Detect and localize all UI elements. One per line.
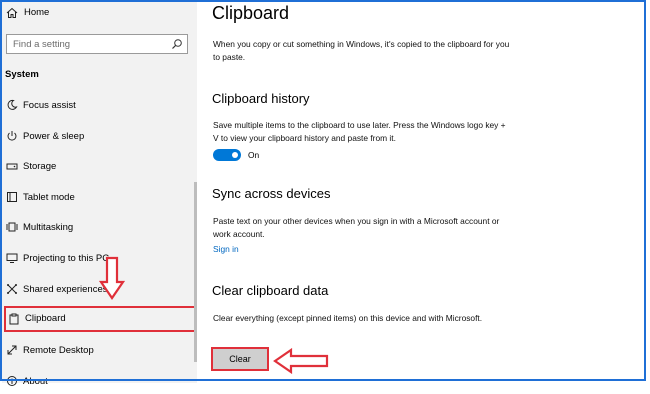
search-placeholder: Find a setting (13, 39, 71, 50)
home-label: Home (24, 7, 50, 18)
sidebar-item-label: Focus assist (23, 100, 76, 111)
annotation-left-arrow-icon (273, 348, 329, 374)
sidebar: Home Find a setting System Focus assist … (2, 2, 197, 387)
sidebar-scrollbar[interactable] (194, 182, 197, 362)
shared-icon (7, 284, 17, 294)
info-icon (7, 376, 17, 386)
main-content: Clipboard When you copy or cut something… (198, 0, 646, 385)
remote-desktop-icon (7, 345, 17, 355)
clear-button-label: Clear (229, 354, 251, 364)
projecting-icon (6, 253, 18, 263)
sidebar-item-multitasking[interactable]: Multitasking (2, 216, 197, 240)
power-icon (7, 131, 17, 141)
section-title-system: System (5, 69, 39, 80)
clipboard-history-heading: Clipboard history (212, 91, 310, 106)
sidebar-item-label: Clipboard (25, 313, 66, 324)
settings-search-input[interactable]: Find a setting (6, 34, 188, 54)
sync-heading: Sync across devices (212, 186, 331, 201)
moon-icon (7, 99, 18, 110)
home-icon (6, 7, 18, 18)
sign-in-link[interactable]: Sign in (213, 244, 239, 254)
sidebar-item-focus-assist[interactable]: Focus assist (2, 94, 197, 118)
toggle-knob (232, 152, 238, 158)
sidebar-item-clipboard[interactable]: Clipboard (4, 306, 197, 332)
clear-button[interactable]: Clear (211, 347, 269, 371)
sidebar-item-label: Multitasking (23, 222, 74, 233)
sidebar-item-storage[interactable]: Storage (2, 155, 197, 179)
intro-text: When you copy or cut something in Window… (213, 39, 510, 62)
clipboard-history-description: Save multiple items to the clipboard to … (213, 120, 506, 143)
sidebar-item-label: Power & sleep (23, 131, 85, 142)
clipboard-history-toggle[interactable] (213, 149, 241, 161)
sidebar-item-remote-desktop[interactable]: Remote Desktop (2, 339, 197, 363)
sidebar-item-label: Projecting to this PC (23, 253, 110, 264)
sidebar-item-label: Remote Desktop (23, 345, 94, 356)
storage-icon (6, 163, 18, 170)
sidebar-item-label: About (23, 376, 48, 387)
annotation-down-arrow-icon (99, 256, 125, 300)
tablet-icon (7, 192, 17, 202)
clear-data-description: Clear everything (except pinned items) o… (213, 313, 483, 323)
clear-data-heading: Clear clipboard data (212, 283, 329, 298)
clipboard-icon (9, 313, 19, 325)
sidebar-home[interactable]: Home (2, 2, 197, 26)
page-title: Clipboard (212, 3, 290, 23)
sidebar-item-label: Tablet mode (23, 192, 75, 203)
sidebar-item-label: Storage (23, 161, 57, 172)
sync-description: Paste text on your other devices when yo… (213, 216, 500, 239)
search-icon (172, 39, 182, 49)
sidebar-item-power-sleep[interactable]: Power & sleep (2, 125, 197, 149)
sidebar-item-label: Shared experiences (23, 284, 108, 295)
sidebar-item-about[interactable]: About (2, 370, 197, 394)
multitasking-icon (6, 222, 18, 232)
toggle-state-label: On (248, 150, 260, 160)
sidebar-item-tablet-mode[interactable]: Tablet mode (2, 186, 197, 210)
